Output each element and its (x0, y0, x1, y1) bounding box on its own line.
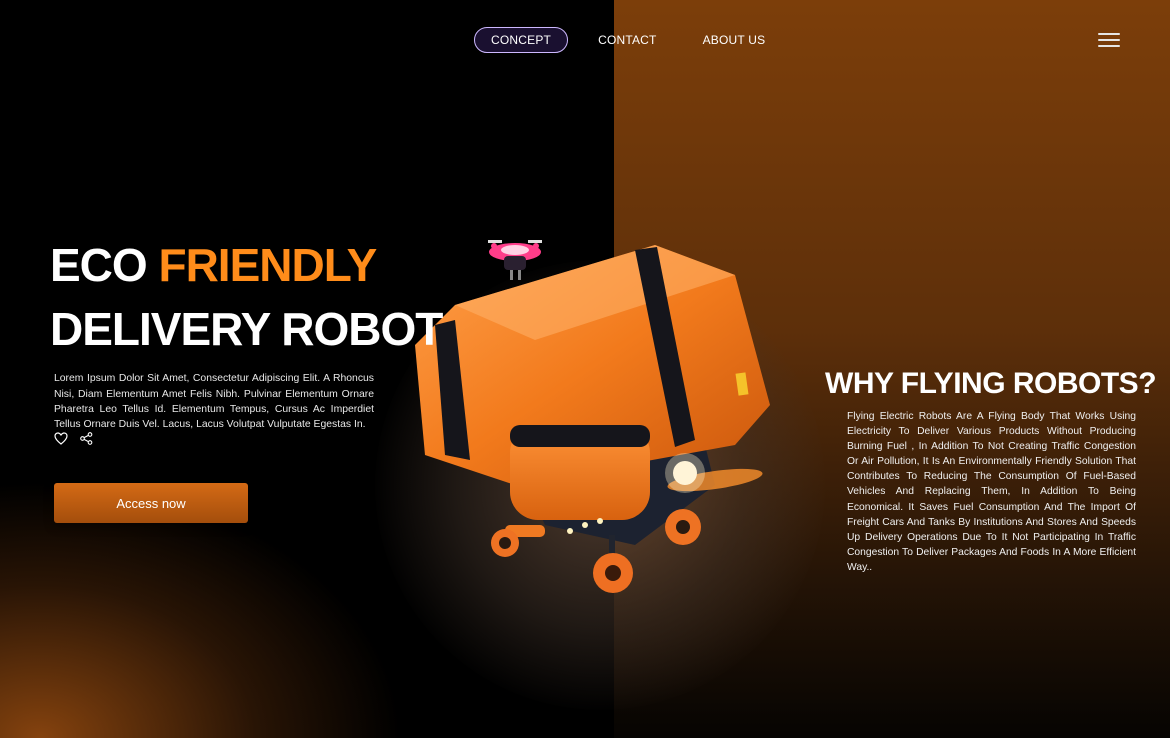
hero-title-word-eco: ECO (50, 239, 148, 291)
hero-title-line-2: DELIVERY ROBOT (50, 303, 443, 355)
mini-drone-illustration (488, 240, 542, 280)
why-section-description: Flying Electric Robots Are A Flying Body… (847, 411, 1136, 573)
hero-actions (54, 432, 93, 445)
share-icon[interactable] (80, 432, 93, 445)
robot-illustration (415, 245, 770, 593)
nav-about-us[interactable]: ABOUT US (703, 33, 766, 47)
hero-title: ECO FRIENDLY DELIVERY ROBOT (50, 233, 443, 361)
top-navigation: CONCEPT CONTACT ABOUT US (474, 27, 765, 53)
hero-title-word-friendly: FRIENDLY (158, 239, 377, 291)
hamburger-menu-icon[interactable] (1098, 33, 1120, 49)
nav-concept[interactable]: CONCEPT (474, 27, 569, 53)
heart-icon[interactable] (54, 432, 68, 445)
nav-contact[interactable]: CONTACT (598, 33, 657, 47)
hero-title-line-1: ECO FRIENDLY (50, 233, 442, 297)
why-section-title: WHY FLYING ROBOTS? (825, 367, 1157, 400)
access-now-button[interactable]: Access now (54, 483, 248, 523)
hero-description: Lorem Ipsum Dolor Sit Amet, Consectetur … (54, 373, 374, 430)
